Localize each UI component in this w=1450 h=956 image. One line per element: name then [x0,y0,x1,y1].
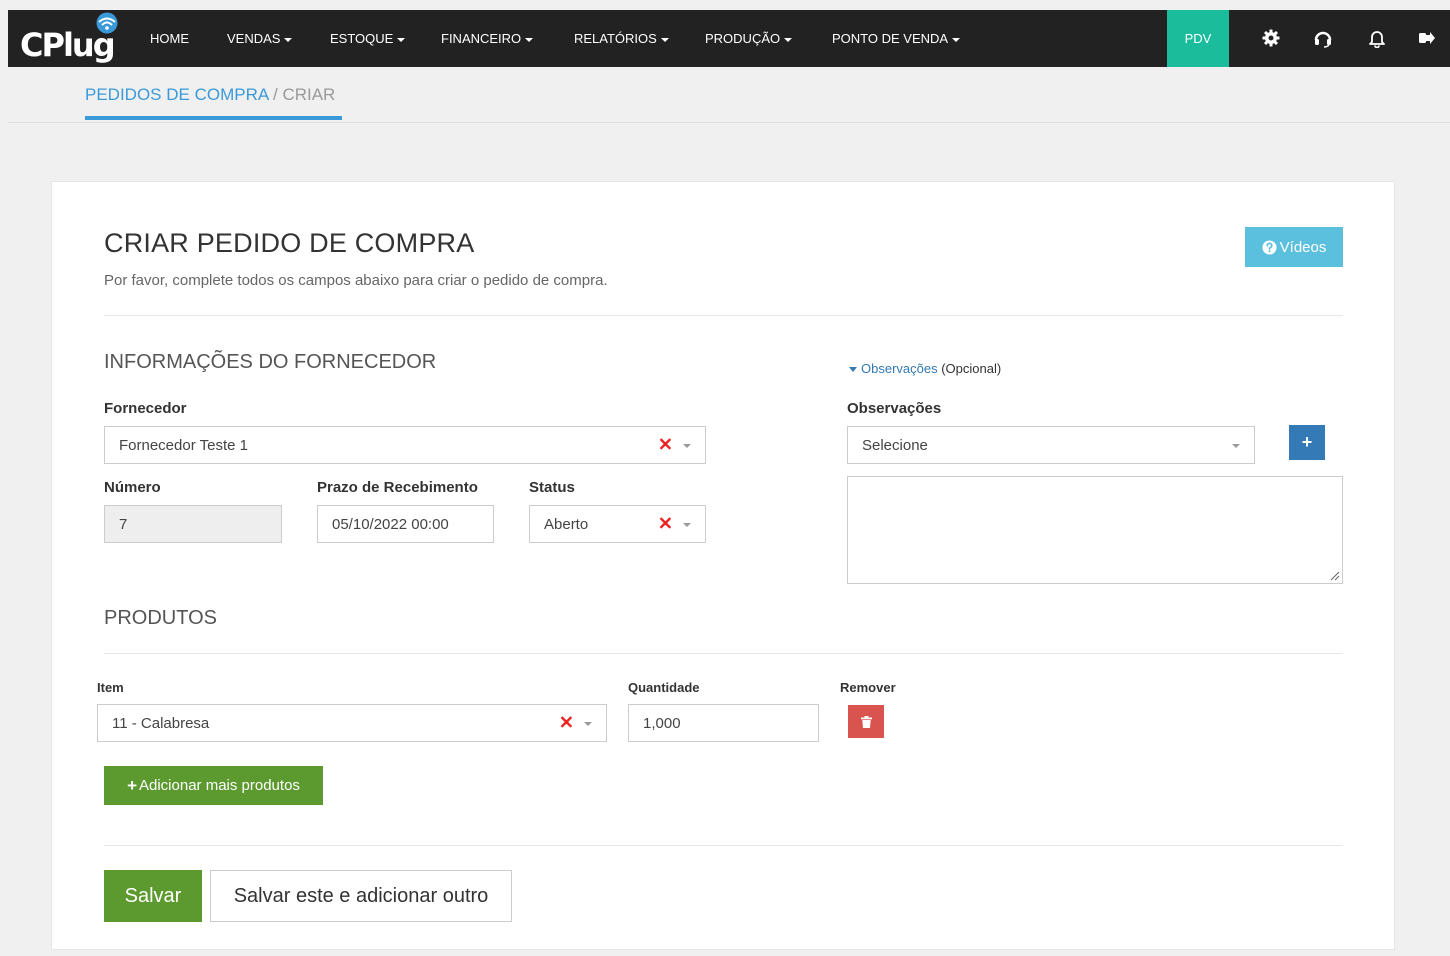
remove-item-button[interactable] [848,705,884,738]
fornecedor-value: Fornecedor Teste 1 [119,436,248,454]
nav-producao[interactable]: PRODUÇÃO [705,10,793,67]
remover-label: Remover [840,680,896,695]
resize-handle-icon[interactable] [1330,571,1340,581]
prazo-label: Prazo de Recebimento [317,479,478,496]
caret-down-icon [660,37,669,42]
page-title: CRIAR PEDIDO DE COMPRA [104,228,475,258]
logo-text: CPlug [20,26,116,64]
breadcrumb-active-underline [85,116,342,120]
nav-producao-label: PRODUÇÃO [705,31,781,46]
item-select[interactable]: 11 - Calabresa ✕ [97,704,607,742]
clear-x-icon[interactable]: ✕ [559,713,574,734]
divider [104,315,1343,316]
observacoes-label: Observações [847,400,942,417]
nav-vendas[interactable]: VENDAS [227,10,293,67]
status-label: Status [529,479,575,496]
headset-icon[interactable] [1313,28,1333,48]
breadcrumb-current: CRIAR [282,85,336,104]
numero-field: 7 [104,505,282,543]
divider [104,845,1343,846]
quantidade-input[interactable]: 1,000 [628,704,819,742]
quantidade-label: Quantidade [628,680,700,695]
caret-down-icon [284,37,293,42]
chevron-down-icon [584,722,592,726]
videos-button-label: Vídeos [1279,238,1327,256]
prazo-field[interactable]: 05/10/2022 00:00 [317,505,494,543]
save-button[interactable]: Salvar [104,870,202,922]
add-observacao-button[interactable]: + [1289,425,1325,460]
caret-down-icon [849,367,857,373]
nav-home[interactable]: HOME [150,10,189,67]
observacoes-textarea[interactable] [847,476,1343,584]
nav-home-label: HOME [150,31,189,46]
nav-ponto-de-venda[interactable]: PONTO DE VENDA [832,10,961,67]
bell-icon[interactable] [1367,28,1387,48]
page-subtitle: Por favor, complete todos os campos abai… [104,272,608,289]
fornecedor-label: Fornecedor [104,400,187,417]
caret-down-icon [784,37,793,42]
nav-ponto-de-venda-label: PONTO DE VENDA [832,31,949,46]
pdv-button[interactable]: PDV [1167,10,1229,67]
plus-icon: + [1301,432,1313,452]
observacoes-select-value: Selecione [862,436,928,454]
supplier-section-title: INFORMAÇÕES DO FORNECEDOR [104,351,437,373]
item-label: Item [97,680,124,695]
observacoes-toggle-suffix: (Opcional) [941,361,1002,376]
nav-relatorios[interactable]: RELATÓRIOS [574,10,669,67]
nav-estoque-label: ESTOQUE [330,31,394,46]
chevron-down-icon [1232,444,1240,448]
produtos-section-title: PRODUTOS [104,607,217,629]
breadcrumb: PEDIDOS DE COMPRA / CRIAR [85,85,335,105]
item-value: 11 - Calabresa [112,714,210,732]
nav-vendas-label: VENDAS [227,31,281,46]
gear-icon[interactable] [1261,28,1281,48]
trash-icon [860,715,872,728]
caret-down-icon [952,37,961,42]
logout-icon[interactable] [1417,28,1437,48]
chevron-down-icon [683,444,691,448]
breadcrumb-bar: PEDIDOS DE COMPRA / CRIAR [8,67,1450,123]
nav-financeiro[interactable]: FINANCEIRO [441,10,534,67]
status-select[interactable]: Aberto ✕ [529,505,706,543]
observacoes-toggle[interactable]: Observações (Opcional) [849,361,1001,376]
clear-x-icon[interactable]: ✕ [658,514,673,535]
top-navbar: CPlug HOME VENDAS ESTOQUE FINANCEIRO REL… [8,10,1450,67]
divider [104,653,1343,654]
status-value: Aberto [544,515,589,533]
observacoes-select[interactable]: Selecione [847,426,1255,464]
form-card: CRIAR PEDIDO DE COMPRA Por favor, comple… [51,181,1395,950]
observacoes-toggle-link[interactable]: Observações [861,361,938,376]
caret-down-icon [525,37,534,42]
numero-label: Número [104,479,161,496]
add-more-products-label: Adicionar mais produtos [139,777,300,794]
clear-x-icon[interactable]: ✕ [658,435,673,456]
plus-icon: + [127,775,137,795]
fornecedor-select[interactable]: Fornecedor Teste 1 ✕ [104,426,706,464]
add-more-products-button[interactable]: + Adicionar mais produtos [104,766,323,805]
caret-down-icon [397,37,406,42]
question-circle-icon [1262,239,1277,255]
videos-button[interactable]: Vídeos [1245,227,1343,267]
chevron-down-icon [683,523,691,527]
breadcrumb-separator: / [268,85,283,104]
breadcrumb-parent-link[interactable]: PEDIDOS DE COMPRA [85,85,268,104]
cplug-logo[interactable]: CPlug [20,12,124,64]
nav-relatorios-label: RELATÓRIOS [574,31,657,46]
save-and-add-another-button[interactable]: Salvar este e adicionar outro [210,870,512,922]
nav-financeiro-label: FINANCEIRO [441,31,522,46]
nav-estoque[interactable]: ESTOQUE [330,10,406,67]
